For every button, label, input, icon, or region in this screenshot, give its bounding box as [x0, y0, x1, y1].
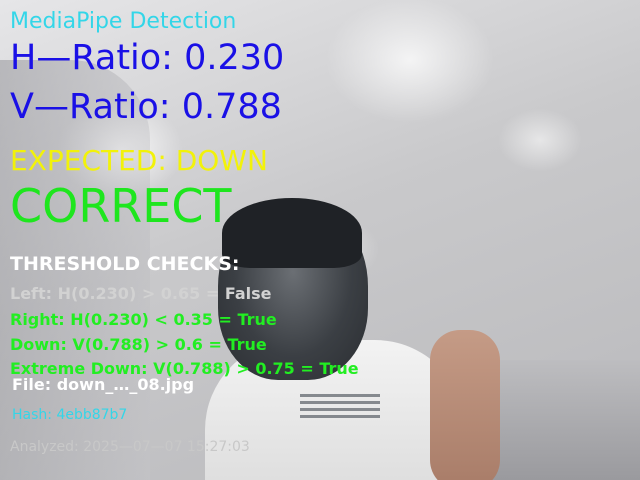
threshold-header: THRESHOLD CHECKS: — [10, 253, 240, 275]
check-left: Left: H(0.230) > 0.65 = False — [10, 284, 272, 303]
check-right: Right: H(0.230) < 0.35 = True — [10, 310, 277, 329]
analyzed-timestamp: Analyzed: 2025—07—07 15:27:03 — [10, 439, 250, 455]
check-down: Down: V(0.788) > 0.6 = True — [10, 335, 267, 354]
h-ratio-readout: H—Ratio: 0.230 — [10, 38, 285, 78]
v-ratio-readout: V—Ratio: 0.788 — [10, 87, 282, 127]
result-status: CORRECT — [10, 179, 232, 233]
file-name: File: down_…_08.jpg — [12, 375, 195, 394]
file-hash: Hash: 4ebb87b7 — [12, 407, 128, 423]
detection-overlay: MediaPipe Detection H—Ratio: 0.230 V—Rat… — [0, 0, 640, 480]
expected-direction: EXPECTED: DOWN — [10, 144, 268, 177]
overlay-title: MediaPipe Detection — [10, 9, 237, 34]
